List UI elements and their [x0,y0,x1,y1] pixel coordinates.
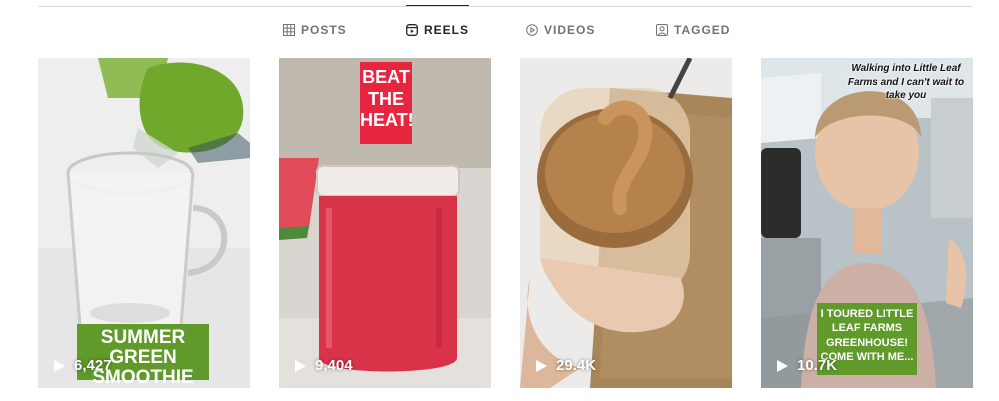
view-count-value: 6,427 [74,357,112,374]
tab-tagged[interactable]: TAGGED [656,6,730,54]
view-count: 6,427 [52,357,112,374]
reels-icon [406,24,418,36]
view-count: 29.4K [534,357,596,374]
video-play-icon [526,24,538,36]
play-icon [777,359,788,372]
reel-caption-top: Walking into Little Leaf Farms and I can… [847,63,965,101]
play-icon [54,359,65,372]
view-count: 10.7K [775,357,837,374]
reel-tile[interactable]: 29.4K [520,58,732,388]
reels-grid: SUMMER GREEN SMOOTHIE 6,427 BEAT THE HEA… [38,58,973,388]
view-count-value: 29.4K [556,357,597,374]
grid-icon [283,24,295,36]
tab-reels-label: REELS [424,23,470,37]
reel-tile[interactable]: BEAT THE HEAT! 9,404 [279,58,491,388]
tab-posts-label: POSTS [301,23,347,37]
reel-tile[interactable]: Walking into Little Leaf Farms and I can… [761,58,973,388]
reel-caption: BEAT THE HEAT! [360,62,414,144]
view-count-value: 9,404 [315,357,353,374]
play-icon [536,359,547,372]
view-count: 9,404 [293,357,353,374]
tab-tagged-label: TAGGED [674,23,731,37]
tagged-icon [656,24,668,36]
tab-videos-label: VIDEOS [544,23,596,37]
play-icon [295,359,306,372]
view-count-value: 10.7K [797,357,838,374]
tab-posts[interactable]: POSTS [283,6,347,54]
tab-videos[interactable]: VIDEOS [526,6,595,54]
reel-tile[interactable]: SUMMER GREEN SMOOTHIE 6,427 [38,58,250,388]
tab-reels[interactable]: REELS [406,5,470,54]
profile-tabs: POSTS REELS VIDEOS TAGGED [0,5,999,54]
reel-thumbnail-nut-butter [520,58,732,388]
